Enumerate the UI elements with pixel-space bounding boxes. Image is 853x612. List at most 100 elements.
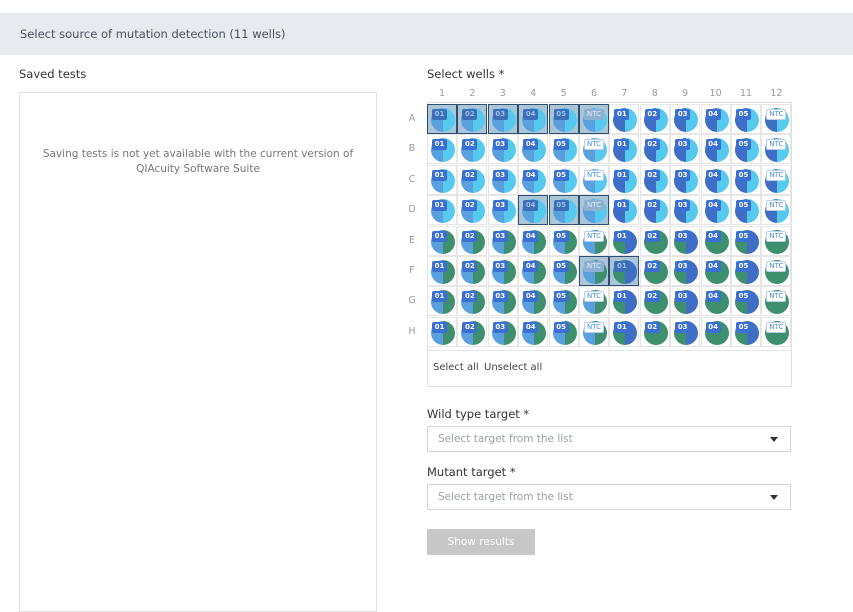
well-A1[interactable]: 01	[427, 104, 457, 134]
well-G6[interactable]: NTC	[579, 286, 609, 317]
well-F11[interactable]: 05	[731, 256, 761, 286]
well-H8[interactable]: 02	[639, 316, 670, 347]
well-B11[interactable]: 05	[731, 134, 761, 165]
well-E2[interactable]: 02	[457, 225, 488, 256]
well-A3[interactable]: 03	[487, 104, 518, 134]
well-G9[interactable]: 03	[670, 286, 701, 317]
unselect-all-link[interactable]: Unselect all	[484, 362, 542, 373]
well-F1[interactable]: 01	[427, 256, 457, 286]
wild-type-select[interactable]: Select target from the list	[427, 426, 791, 452]
well-G12[interactable]: NTC	[761, 286, 792, 317]
well-A12[interactable]: NTC	[761, 104, 792, 134]
well-C3[interactable]: 03	[487, 164, 518, 195]
well-B3[interactable]: 03	[487, 134, 518, 165]
well-G4[interactable]: 04	[518, 286, 549, 317]
well-B8[interactable]: 02	[639, 134, 670, 165]
select-all-link[interactable]: Select all	[433, 362, 479, 373]
well-C8[interactable]: 02	[639, 164, 670, 195]
well-B4[interactable]: 04	[518, 134, 549, 165]
well-E7[interactable]: 01	[609, 225, 640, 256]
well-G11[interactable]: 05	[731, 286, 761, 317]
well-F9[interactable]: 03	[670, 256, 701, 286]
well-D10[interactable]: 04	[700, 195, 731, 226]
well-E4[interactable]: 04	[518, 225, 549, 256]
well-H4[interactable]: 04	[518, 316, 549, 347]
well-A2[interactable]: 02	[457, 104, 488, 134]
well-H6[interactable]: NTC	[579, 316, 609, 347]
well-F10[interactable]: 04	[700, 256, 731, 286]
well-E1[interactable]: 01	[427, 225, 457, 256]
well-A10[interactable]: 04	[700, 104, 731, 134]
well-B1[interactable]: 01	[427, 134, 457, 165]
well-H7[interactable]: 01	[609, 316, 640, 347]
well-D11[interactable]: 05	[731, 195, 761, 226]
well-C2[interactable]: 02	[457, 164, 488, 195]
well-H11[interactable]: 05	[731, 316, 761, 347]
well-D3[interactable]: 03	[487, 195, 518, 226]
well-D6[interactable]: NTC	[579, 195, 609, 226]
well-F7[interactable]: 01	[609, 256, 640, 286]
well-E9[interactable]: 03	[670, 225, 701, 256]
well-E5[interactable]: 05	[548, 225, 579, 256]
well-B2[interactable]: 02	[457, 134, 488, 165]
well-C6[interactable]: NTC	[579, 164, 609, 195]
well-C12[interactable]: NTC	[761, 164, 792, 195]
well-B6[interactable]: NTC	[579, 134, 609, 165]
mutant-select[interactable]: Select target from the list	[427, 484, 791, 510]
well-F5[interactable]: 05	[548, 256, 579, 286]
well-B7[interactable]: 01	[609, 134, 640, 165]
well-G10[interactable]: 04	[700, 286, 731, 317]
well-C5[interactable]: 05	[548, 164, 579, 195]
well-E10[interactable]: 04	[700, 225, 731, 256]
well-H5[interactable]: 05	[548, 316, 579, 347]
well-H12[interactable]: NTC	[761, 316, 792, 347]
well-F8[interactable]: 02	[639, 256, 670, 286]
well-D8[interactable]: 02	[639, 195, 670, 226]
well-G5[interactable]: 05	[548, 286, 579, 317]
well-C1[interactable]: 01	[427, 164, 457, 195]
well-D1[interactable]: 01	[427, 195, 457, 226]
well-D9[interactable]: 03	[670, 195, 701, 226]
well-E11[interactable]: 05	[731, 225, 761, 256]
well-D2[interactable]: 02	[457, 195, 488, 226]
well-A9[interactable]: 03	[670, 104, 701, 134]
well-D5[interactable]: 05	[548, 195, 579, 226]
well-D7[interactable]: 01	[609, 195, 640, 226]
well-E3[interactable]: 03	[487, 225, 518, 256]
well-B12[interactable]: NTC	[761, 134, 792, 165]
well-G2[interactable]: 02	[457, 286, 488, 317]
well-F2[interactable]: 02	[457, 256, 488, 286]
well-B5[interactable]: 05	[548, 134, 579, 165]
well-A5[interactable]: 05	[548, 104, 579, 134]
well-C4[interactable]: 04	[518, 164, 549, 195]
well-A8[interactable]: 02	[639, 104, 670, 134]
well-G1[interactable]: 01	[427, 286, 457, 317]
well-C7[interactable]: 01	[609, 164, 640, 195]
well-A11[interactable]: 05	[731, 104, 761, 134]
well-B10[interactable]: 04	[700, 134, 731, 165]
well-C11[interactable]: 05	[731, 164, 761, 195]
well-E12[interactable]: NTC	[761, 225, 792, 256]
well-E8[interactable]: 02	[639, 225, 670, 256]
well-E6[interactable]: NTC	[579, 225, 609, 256]
well-A6[interactable]: NTC	[579, 104, 609, 134]
well-F6[interactable]: NTC	[579, 256, 609, 286]
well-G7[interactable]: 01	[609, 286, 640, 317]
well-A7[interactable]: 01	[609, 104, 640, 134]
well-F4[interactable]: 04	[518, 256, 549, 286]
well-C10[interactable]: 04	[700, 164, 731, 195]
well-A4[interactable]: 04	[518, 104, 549, 134]
well-H2[interactable]: 02	[457, 316, 488, 347]
well-D4[interactable]: 04	[518, 195, 549, 226]
well-H10[interactable]: 04	[700, 316, 731, 347]
show-results-button[interactable]: Show results	[427, 529, 535, 555]
well-H1[interactable]: 01	[427, 316, 457, 347]
well-G3[interactable]: 03	[487, 286, 518, 317]
well-G8[interactable]: 02	[639, 286, 670, 317]
well-F12[interactable]: NTC	[761, 256, 792, 286]
well-D12[interactable]: NTC	[761, 195, 792, 226]
well-F3[interactable]: 03	[487, 256, 518, 286]
well-B9[interactable]: 03	[670, 134, 701, 165]
well-C9[interactable]: 03	[670, 164, 701, 195]
well-H3[interactable]: 03	[487, 316, 518, 347]
